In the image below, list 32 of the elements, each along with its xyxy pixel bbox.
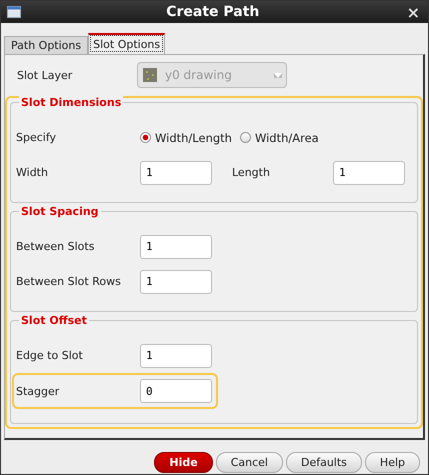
input-field[interactable]: 1: [140, 344, 212, 368]
field-label: Width: [16, 166, 49, 179]
field-label: Slot Layer: [17, 68, 74, 82]
tab[interactable]: Slot Options: [88, 33, 166, 54]
field-label: Specify: [16, 131, 58, 144]
tab[interactable]: Path Options: [4, 36, 88, 54]
field-label: Between Slots: [16, 240, 96, 253]
field-label: Stagger: [16, 384, 60, 398]
dialog-button[interactable]: Hide: [154, 452, 213, 473]
window-icon: [7, 6, 21, 18]
radio-button[interactable]: [140, 132, 151, 143]
group-title: Slot Offset: [19, 314, 89, 327]
group-title: Slot Dimensions: [19, 96, 124, 109]
dialog-button[interactable]: Help: [364, 452, 420, 473]
caret-icon: [274, 72, 282, 78]
group-title: Slot Spacing: [19, 205, 101, 218]
window-title: Create Path: [165, 4, 260, 20]
input-field[interactable]: 1: [140, 234, 212, 258]
radio-label[interactable]: Width/Length: [155, 130, 232, 144]
radio-button[interactable]: [240, 132, 251, 143]
input-field[interactable]: 1: [140, 270, 212, 294]
dialog-button[interactable]: Defaults: [286, 452, 362, 473]
input-field[interactable]: 1: [140, 160, 212, 184]
close-button[interactable]: ×: [404, 2, 422, 22]
input-field[interactable]: 0: [140, 379, 212, 403]
dialog-button[interactable]: Cancel: [216, 452, 283, 473]
layer-swatch-icon: [143, 68, 157, 82]
input-field[interactable]: 1: [333, 160, 405, 184]
field-label: Length: [231, 166, 271, 179]
field-label: Between Slot Rows: [16, 275, 122, 288]
radio-label[interactable]: Width/Area: [254, 130, 319, 144]
field-label: Edge to Slot: [16, 349, 84, 362]
